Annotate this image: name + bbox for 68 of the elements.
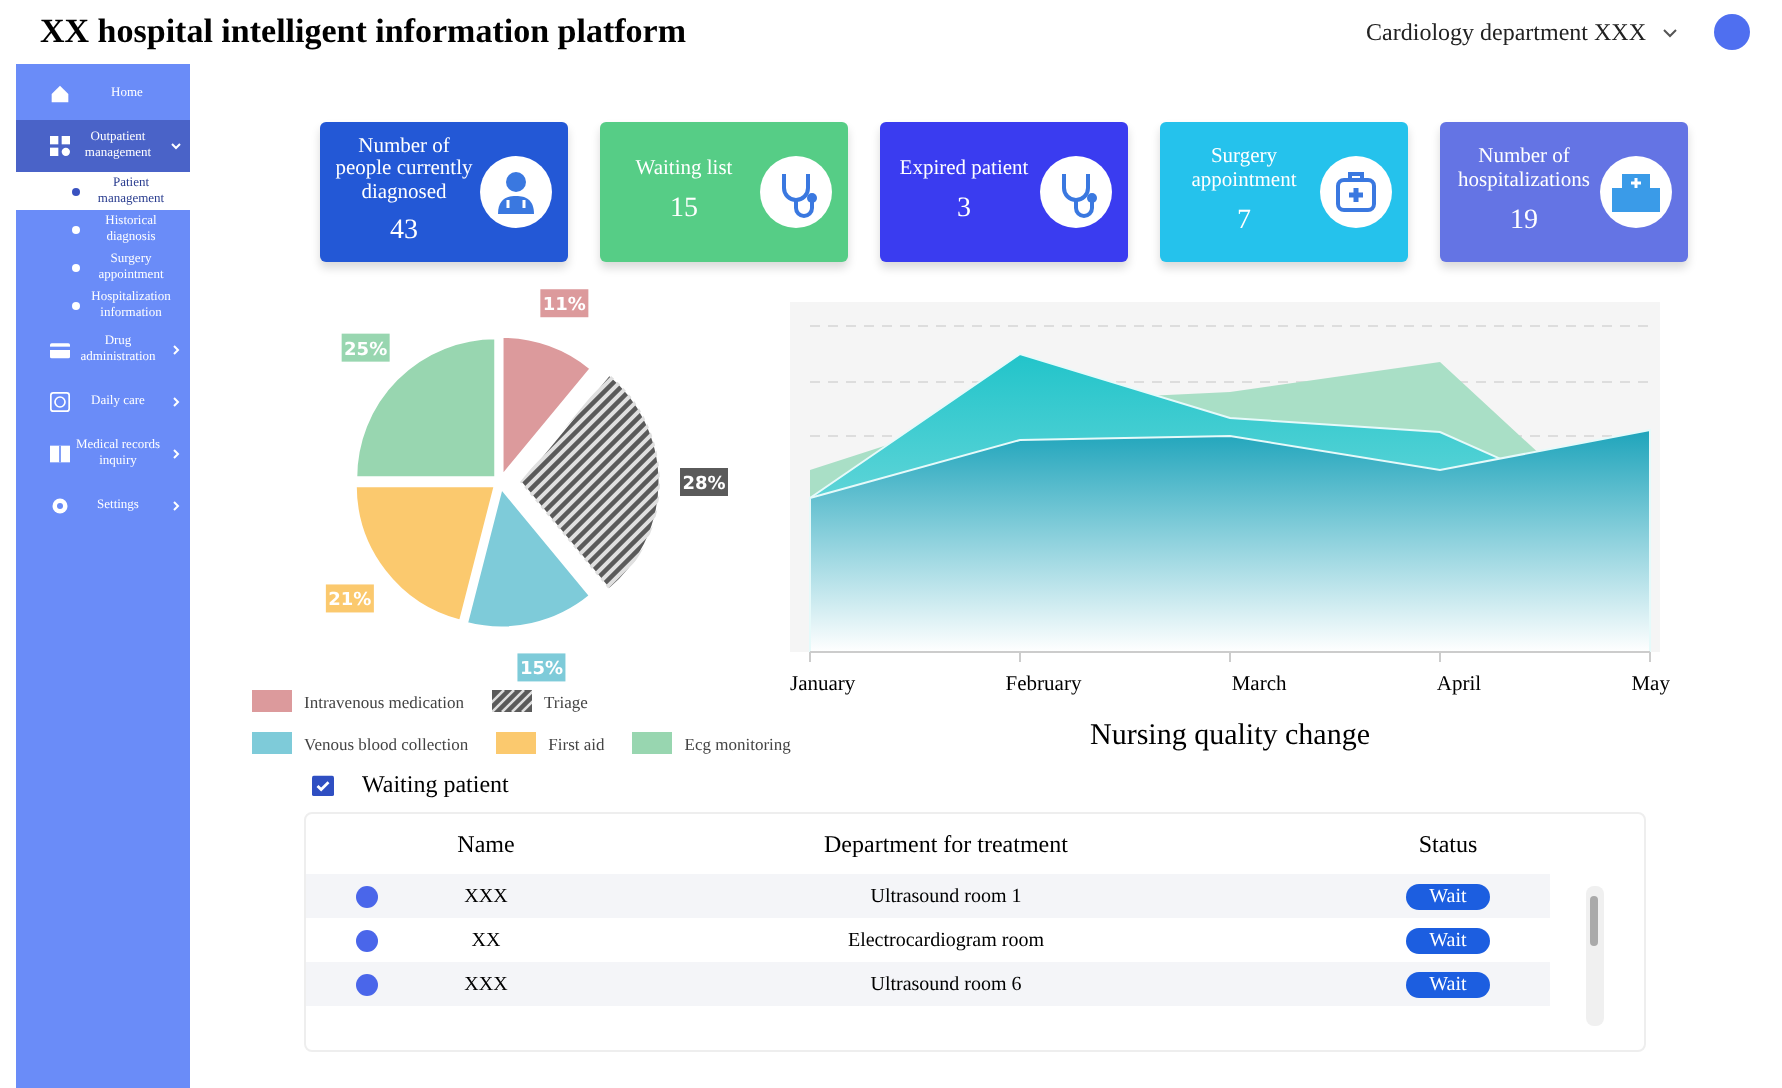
- axis-label: May: [1631, 674, 1670, 696]
- status-button[interactable]: Wait: [1405, 927, 1491, 953]
- hospital-icon: [1600, 156, 1672, 228]
- stethoscope-icon: [760, 156, 832, 228]
- axis-label: January: [790, 674, 856, 696]
- legend-swatch: [252, 732, 292, 754]
- percent-label: 15%: [517, 653, 566, 682]
- stat-label: Number of hospitalizations: [1456, 146, 1592, 194]
- stat-label: Surgery appointment: [1189, 146, 1299, 194]
- axis-label: February: [1005, 674, 1082, 696]
- status-dot: [355, 929, 377, 951]
- stat-label: Number of people currently diagnosed: [333, 135, 475, 205]
- table-cell-text: XXX: [462, 973, 510, 995]
- stat-label: Expired patient: [899, 158, 1029, 182]
- status-dot: [355, 885, 377, 907]
- medical-kit-icon: [1320, 156, 1392, 228]
- card-icon: [50, 340, 70, 360]
- axis-label: March: [1231, 674, 1287, 696]
- data-label: 15%: [519, 660, 563, 681]
- column-header: Department for treatment: [822, 829, 1070, 859]
- legend-swatch: [632, 732, 673, 754]
- data-label: 11%: [542, 296, 586, 317]
- table-cell-text: XX: [469, 929, 503, 951]
- column-header: Name: [455, 829, 517, 859]
- column-header: Status: [1416, 829, 1480, 859]
- legend-label: Ecg monitoring: [684, 733, 791, 753]
- status-button[interactable]: Wait: [1405, 883, 1491, 909]
- department-dropdown[interactable]: Cardiology department XXX: [1366, 17, 1646, 47]
- home-icon: [50, 84, 70, 104]
- settings-icon: [50, 496, 70, 516]
- legend-label: Intravenous medication: [304, 691, 465, 711]
- status-button[interactable]: Wait: [1405, 971, 1491, 997]
- book-icon: [50, 444, 70, 464]
- percent-label: 28%: [680, 468, 728, 496]
- data-label: 21%: [328, 591, 372, 612]
- stat-value: 3: [957, 193, 971, 226]
- legend-swatch: [492, 690, 533, 712]
- table-cell-text: Ultrasound room 1: [868, 885, 1024, 907]
- stat-value: 15: [670, 193, 698, 226]
- chart-title: Nursing quality change: [1088, 720, 1372, 754]
- axis-label: April: [1436, 674, 1482, 696]
- scrollbar[interactable]: [1586, 886, 1604, 1026]
- status-dot: [355, 973, 377, 995]
- legend-label: Venous blood collection: [304, 733, 469, 753]
- stat-value: 43: [390, 216, 418, 249]
- table-cell-text: Electrocardiogram room: [845, 929, 1046, 951]
- section-title: Waiting patient: [362, 770, 509, 800]
- caret-icon: [1662, 27, 1678, 37]
- data-label: 28%: [682, 475, 726, 495]
- stethoscope-icon: [1040, 156, 1112, 228]
- percent-label: 25%: [341, 333, 390, 362]
- table-cell-text: Ultrasound room 6: [868, 973, 1024, 995]
- checklist-icon: [312, 774, 334, 796]
- percent-label: 21%: [325, 584, 374, 613]
- legend-swatch: [252, 690, 292, 712]
- app-title: XX hospital intelligent information platform: [40, 12, 686, 52]
- table-cell-text: XXX: [462, 885, 510, 907]
- legend-swatch: [496, 732, 537, 754]
- avatar[interactable]: [1714, 14, 1750, 50]
- doctor-icon: [480, 156, 552, 228]
- data-label: 25%: [344, 340, 388, 361]
- stat-label: Waiting list: [635, 158, 733, 182]
- legend-label: First aid: [548, 733, 605, 753]
- legend-label: Triage: [544, 691, 588, 711]
- stat-value: 19: [1510, 205, 1538, 238]
- stat-value: 7: [1237, 205, 1251, 238]
- grid-icon: [50, 136, 70, 156]
- percent-label: 11%: [540, 289, 589, 318]
